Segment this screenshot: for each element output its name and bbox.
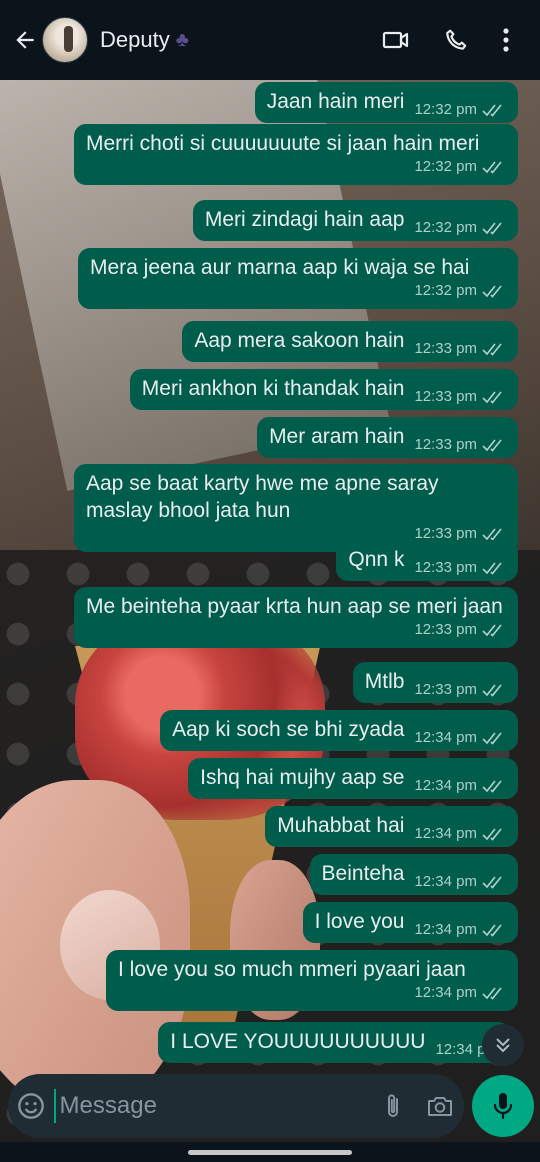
- double-tick-icon: [482, 527, 502, 541]
- message-bubble[interactable]: Muhabbat hai 12:34 pm: [265, 806, 518, 847]
- message-list[interactable]: Jaan hain meri 12:32 pm Merri choti si cu…: [0, 80, 540, 1070]
- message-composer: [8, 1074, 464, 1138]
- double-tick-icon: [482, 438, 502, 452]
- message-meta: 12:34 pm: [414, 772, 506, 799]
- voice-call-button[interactable]: [426, 16, 486, 64]
- message-bubble[interactable]: Aap ki soch se bhi zyada 12:34 pm: [160, 710, 518, 751]
- video-call-icon: [382, 31, 409, 49]
- double-tick-icon: [482, 779, 502, 793]
- double-tick-icon: [482, 623, 502, 637]
- message-bubble[interactable]: Mera jeena aur marna aap ki waja se hai 1…: [78, 248, 518, 309]
- message-bubble[interactable]: Beinteha 12:34 pm: [309, 854, 518, 895]
- message-meta: 12:34 pm: [414, 979, 506, 1006]
- message-meta: 12:32 pm: [414, 214, 506, 241]
- emoji-icon: [17, 1093, 44, 1119]
- double-tick-icon: [482, 284, 502, 298]
- double-tick-icon: [482, 986, 502, 1000]
- message-meta: 12:32 pm: [414, 153, 506, 180]
- gesture-handle[interactable]: [188, 1150, 352, 1155]
- message-bubble[interactable]: Me beinteha pyaar krta hun aap se meri j…: [74, 587, 518, 648]
- message-meta: 12:33 pm: [414, 676, 506, 703]
- header-actions: [366, 0, 526, 80]
- double-tick-icon: [482, 103, 502, 117]
- back-button[interactable]: [8, 20, 42, 60]
- message-bubble[interactable]: I LOVE YOUUUUUUUUUU 12:34 pm: [158, 1022, 510, 1063]
- message-meta: 12:33 pm: [414, 616, 506, 643]
- contact-name-emoji: ♣: [175, 28, 189, 51]
- scroll-to-bottom-button[interactable]: [482, 1024, 524, 1066]
- message-input[interactable]: [53, 1089, 370, 1123]
- mic-icon: [493, 1093, 513, 1120]
- double-tick-icon: [482, 561, 502, 575]
- contact-name: Deputy: [100, 27, 170, 52]
- message-meta: 12:33 pm: [414, 383, 506, 410]
- video-call-button[interactable]: [366, 16, 426, 64]
- message-meta: 12:34 pm: [414, 916, 506, 943]
- message-bubble[interactable]: Aap se baat karty hwe me apne saray masl…: [74, 464, 518, 552]
- message-meta: 12:34 pm: [414, 820, 506, 847]
- chat-header: Deputy ♣: [0, 0, 540, 80]
- attach-icon: [388, 1094, 399, 1117]
- double-tick-icon: [482, 683, 502, 697]
- message-bubble[interactable]: Jaan hain meri 12:32 pm: [254, 82, 518, 123]
- message-bubble[interactable]: I love you so much mmeri pyaari jaan 12:3…: [106, 950, 518, 1011]
- message-bubble[interactable]: Ishq hai mujhy aap se 12:34 pm: [188, 758, 518, 799]
- message-bubble[interactable]: Meri zindagi hain aap 12:32 pm: [192, 200, 518, 241]
- voice-call-icon: [446, 29, 467, 50]
- double-tick-icon: [482, 827, 502, 841]
- camera-button[interactable]: [417, 1093, 464, 1119]
- message-meta: 12:34 pm: [414, 724, 506, 751]
- message-bubble[interactable]: Aap mera sakoon hain 12:33 pm: [182, 321, 518, 362]
- double-tick-icon: [482, 731, 502, 745]
- message-meta: 12:32 pm: [414, 277, 506, 304]
- system-nav-bar: [0, 1142, 540, 1162]
- message-bubble[interactable]: Qnn k 12:33 pm: [336, 540, 518, 581]
- double-tick-icon: [482, 923, 502, 937]
- message-meta: 12:33 pm: [414, 335, 506, 362]
- double-tick-icon: [482, 390, 502, 404]
- voice-message-button[interactable]: [472, 1075, 534, 1137]
- message-meta: 12:33 pm: [414, 431, 506, 458]
- message-bubble[interactable]: I love you 12:34 pm: [302, 902, 518, 943]
- message-meta: 12:32 pm: [414, 96, 506, 123]
- message-bubble[interactable]: Merri choti si cuuuuuuute si jaan hain m…: [74, 124, 518, 185]
- back-arrow-icon: [16, 31, 34, 49]
- message-bubble[interactable]: Mer aram hain 12:33 pm: [257, 417, 518, 458]
- camera-icon: [428, 1097, 453, 1116]
- double-tick-icon: [482, 221, 502, 235]
- double-chevron-down-icon: [496, 1038, 510, 1053]
- double-tick-icon: [482, 875, 502, 889]
- more-options-icon: [503, 28, 509, 52]
- message-bubble[interactable]: Mtlb 12:33 pm: [352, 662, 518, 703]
- message-meta: 12:34 pm: [414, 868, 506, 895]
- message-meta: 12:33 pm: [414, 554, 506, 581]
- emoji-button[interactable]: [8, 1092, 54, 1120]
- avatar[interactable]: [42, 17, 88, 63]
- contact-info[interactable]: Deputy ♣: [100, 27, 189, 53]
- more-options-button[interactable]: [486, 16, 526, 64]
- double-tick-icon: [482, 342, 502, 356]
- double-tick-icon: [482, 160, 502, 174]
- message-bubble[interactable]: Meri ankhon ki thandak hain 12:33 pm: [129, 369, 518, 410]
- attach-button[interactable]: [370, 1092, 417, 1120]
